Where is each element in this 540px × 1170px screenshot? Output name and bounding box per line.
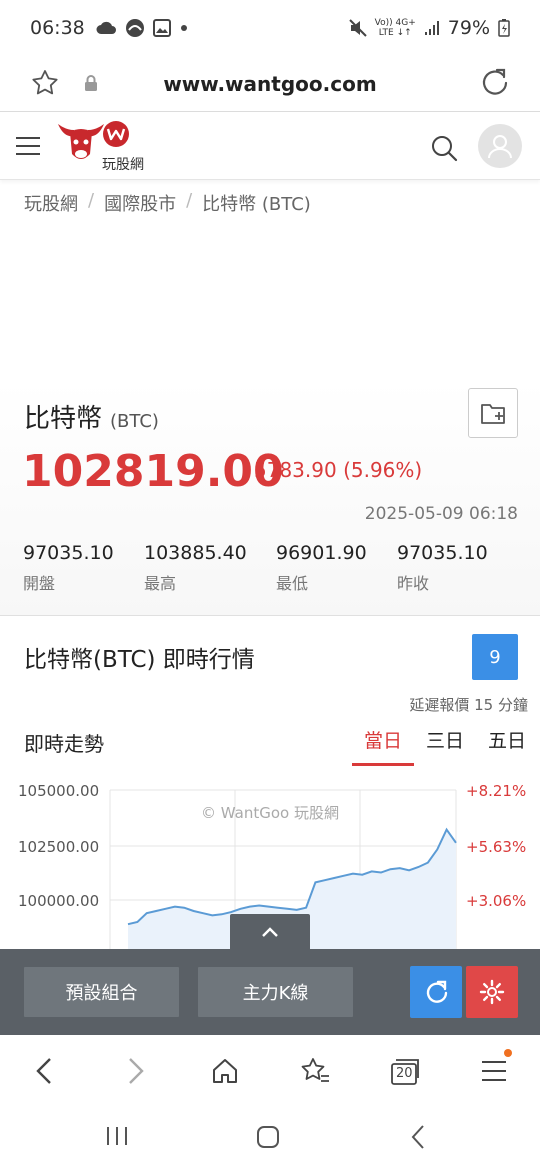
chevron-left-icon (36, 1058, 51, 1084)
network-type-bottom: LTE ↓↑ (378, 28, 412, 38)
network-type-top: Vo)) 4G+ (374, 18, 416, 28)
signal-icon (424, 21, 439, 35)
browser-bottom-nav: 20 (0, 1035, 540, 1105)
folder-add-icon (481, 404, 505, 424)
bottom-toolbar: 預設組合 主力K線 (0, 949, 540, 1035)
main-kline-button[interactable]: 主力K線 (198, 967, 353, 1017)
browser-url-bar: www.wantgoo.com (0, 56, 540, 112)
trend-label: 即時走勢 (24, 732, 104, 756)
settings-button[interactable] (466, 966, 518, 1018)
breadcrumb-current: 比特幣 (BTC) (202, 194, 311, 215)
site-logo[interactable]: 玩股網 (56, 120, 152, 176)
stat-label: 最低 (276, 574, 309, 593)
period-tabs: 當日 三日 五日 (352, 726, 538, 766)
stat-value: 103885.40 (144, 542, 247, 564)
gear-icon (479, 979, 505, 1005)
bookmarks-button[interactable] (297, 1053, 333, 1089)
lock-icon (85, 75, 97, 91)
quote-panel: 比特幣 (BTC) 102819.00 5783.90 (5.96%) 2025-… (0, 380, 540, 616)
chevron-right-icon (129, 1058, 144, 1084)
stat-label: 最高 (144, 574, 177, 593)
refresh-icon (426, 980, 448, 1003)
search-icon[interactable] (430, 134, 458, 162)
system-nav-bar (0, 1105, 540, 1170)
home-circle-icon[interactable] (256, 1125, 280, 1149)
menu-icon (482, 1061, 506, 1081)
battery-charging-icon (498, 19, 510, 37)
delay-note: 延遲報價 15 分鐘 (409, 696, 528, 714)
stat-open: 97035.10 開盤 (23, 542, 114, 594)
asset-code: (BTC) (110, 411, 159, 432)
stat-label: 開盤 (23, 574, 56, 593)
chart-watermark: © WantGoo 玩股網 (201, 804, 339, 822)
chevron-up-icon (262, 927, 278, 937)
breadcrumb-separator: / (88, 190, 95, 211)
stat-high: 103885.40 最高 (144, 542, 247, 594)
bookmark-star-icon[interactable] (30, 68, 60, 98)
breadcrumb-international[interactable]: 國際股市 (104, 190, 176, 216)
notification-dot (504, 1049, 512, 1057)
status-time: 06:38 (30, 17, 85, 39)
stat-low: 96901.90 最低 (276, 542, 367, 594)
user-icon (488, 135, 512, 159)
dot-icon (180, 25, 187, 31)
hamburger-menu-icon[interactable] (16, 136, 40, 156)
star-list-icon (301, 1058, 329, 1082)
current-price: 102819.00 (22, 446, 284, 497)
mute-icon (348, 19, 367, 37)
add-to-portfolio-button[interactable] (468, 388, 518, 438)
breadcrumb-separator: / (186, 190, 193, 211)
image-icon (152, 19, 171, 37)
site-logo-text: 玩股網 (102, 157, 144, 173)
cloud-icon (96, 21, 116, 34)
site-header: 玩股網 (0, 112, 540, 180)
toolbar-toggle[interactable] (230, 914, 310, 950)
tabs-count: 20 (396, 1066, 413, 1081)
stat-prev-close: 97035.10 昨收 (397, 542, 488, 594)
home-button[interactable] (207, 1053, 243, 1089)
back-button[interactable] (26, 1053, 62, 1089)
recent-apps-icon[interactable] (104, 1125, 130, 1147)
reload-icon[interactable] (480, 67, 510, 97)
tabs-button[interactable]: 20 (387, 1053, 423, 1089)
gauge-app-icon (125, 19, 144, 37)
home-icon (213, 1059, 237, 1083)
forward-button[interactable] (118, 1053, 154, 1089)
stat-value: 96901.90 (276, 542, 367, 564)
default-portfolio-button[interactable]: 預設組合 (24, 967, 179, 1017)
asset-name: 比特幣 (24, 404, 103, 434)
stat-value: 97035.10 (397, 542, 488, 564)
quote-timestamp: 2025-05-09 06:18 (364, 504, 518, 524)
tab-day[interactable]: 當日 (352, 726, 414, 766)
price-change: 5783.90 (5.96%) (254, 458, 423, 482)
breadcrumb: 玩股網 / 國際股市 / 比特幣 (BTC) (24, 190, 311, 216)
status-bar: 06:38 Vo)) 4G+ LTE ↓↑ 79% (0, 0, 540, 56)
refresh-button[interactable] (410, 966, 462, 1018)
url-text[interactable]: www.wantgoo.com (0, 72, 540, 96)
notification-badge[interactable]: 9 (472, 634, 518, 680)
breadcrumb-home[interactable]: 玩股網 (24, 190, 78, 216)
system-back-icon[interactable] (410, 1124, 426, 1150)
tab-three-day[interactable]: 三日 (414, 726, 476, 766)
user-avatar[interactable] (478, 124, 522, 168)
realtime-section-title: 比特幣(BTC) 即時行情 (24, 647, 255, 673)
tab-five-day[interactable]: 五日 (476, 726, 538, 766)
browser-menu-button[interactable] (476, 1049, 512, 1089)
battery-percent: 79% (447, 17, 490, 39)
stat-value: 97035.10 (23, 542, 114, 564)
stat-label: 昨收 (397, 574, 430, 593)
